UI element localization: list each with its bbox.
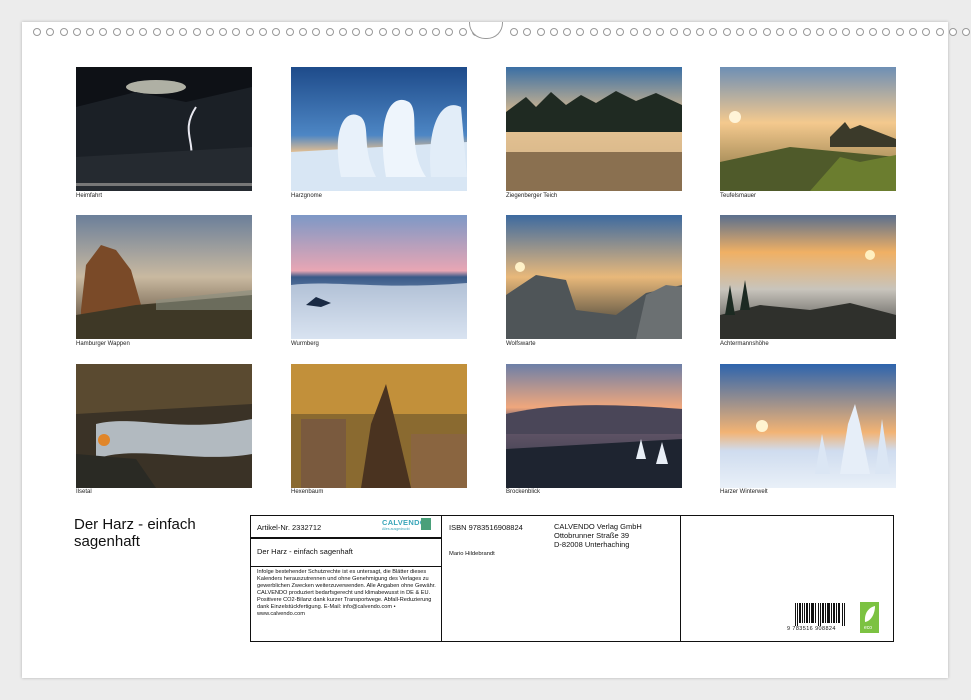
subtitle-line: Der Harz - einfach sagenhaft xyxy=(257,547,353,556)
caption: Ziegenberger Teich xyxy=(506,193,558,199)
publisher-name: CALVENDO Verlag GmbH xyxy=(554,522,642,531)
photo-hexenbaum xyxy=(291,364,467,488)
isbn: ISBN 9783516908824 xyxy=(449,523,523,532)
caption: Harzgnome xyxy=(291,193,323,199)
photo-wurmberg xyxy=(291,215,467,339)
binding-holes-right xyxy=(510,28,971,36)
calvendo-logo-tagline: Alles ausgedruckt xyxy=(382,527,410,531)
eco-label: eco xyxy=(860,602,879,633)
photo-ilsetal xyxy=(76,364,252,488)
caption: Hamburger Wappen xyxy=(76,341,130,347)
photo-ziegenberger-teich xyxy=(506,67,682,191)
barcode xyxy=(795,603,845,626)
barcode-digits: 9 783516 908824 xyxy=(787,626,836,632)
calvendo-logo: CALVENDO xyxy=(382,518,426,527)
calvendo-logo-icon xyxy=(421,518,431,530)
caption: Harzer Winterwelt xyxy=(720,489,768,495)
caption: Ilsetal xyxy=(76,489,92,495)
caption: Teufelsmauer xyxy=(720,193,757,199)
photo-wolfswarte xyxy=(506,215,682,339)
calendar-title: Der Harz - einfach sagenhaft xyxy=(74,516,196,550)
legal-text: Infolge bestehender Schutzrechte ist es … xyxy=(257,569,436,617)
caption: Wolfswarte xyxy=(506,341,536,347)
publisher-street: Ottobrunner Straße 39 xyxy=(554,531,630,540)
photo-teufelsmauer xyxy=(720,67,896,191)
binding-holes-left xyxy=(33,28,494,36)
caption: Heimfahrt xyxy=(76,193,103,199)
publisher-city: D-82008 Unterhaching xyxy=(554,540,630,549)
photo-harzgnome xyxy=(291,67,467,191)
caption: Hexenbaum xyxy=(291,489,324,495)
photo-brockenblick xyxy=(506,364,682,488)
eco-text: eco xyxy=(864,625,873,631)
photo-heimfahrt xyxy=(76,67,252,191)
photo-achtermannshoehe xyxy=(720,215,896,339)
article-number: Artikel-Nr. 2332712 xyxy=(257,523,322,532)
caption: Wurmberg xyxy=(291,341,319,347)
photo-harzer-winterwelt xyxy=(720,364,896,488)
caption: Brockenblick xyxy=(506,489,541,495)
caption: Achtermannshöhe xyxy=(720,341,769,347)
author: Mario Hildebrandt xyxy=(449,551,495,557)
photo-hamburger-wappen xyxy=(76,215,252,339)
